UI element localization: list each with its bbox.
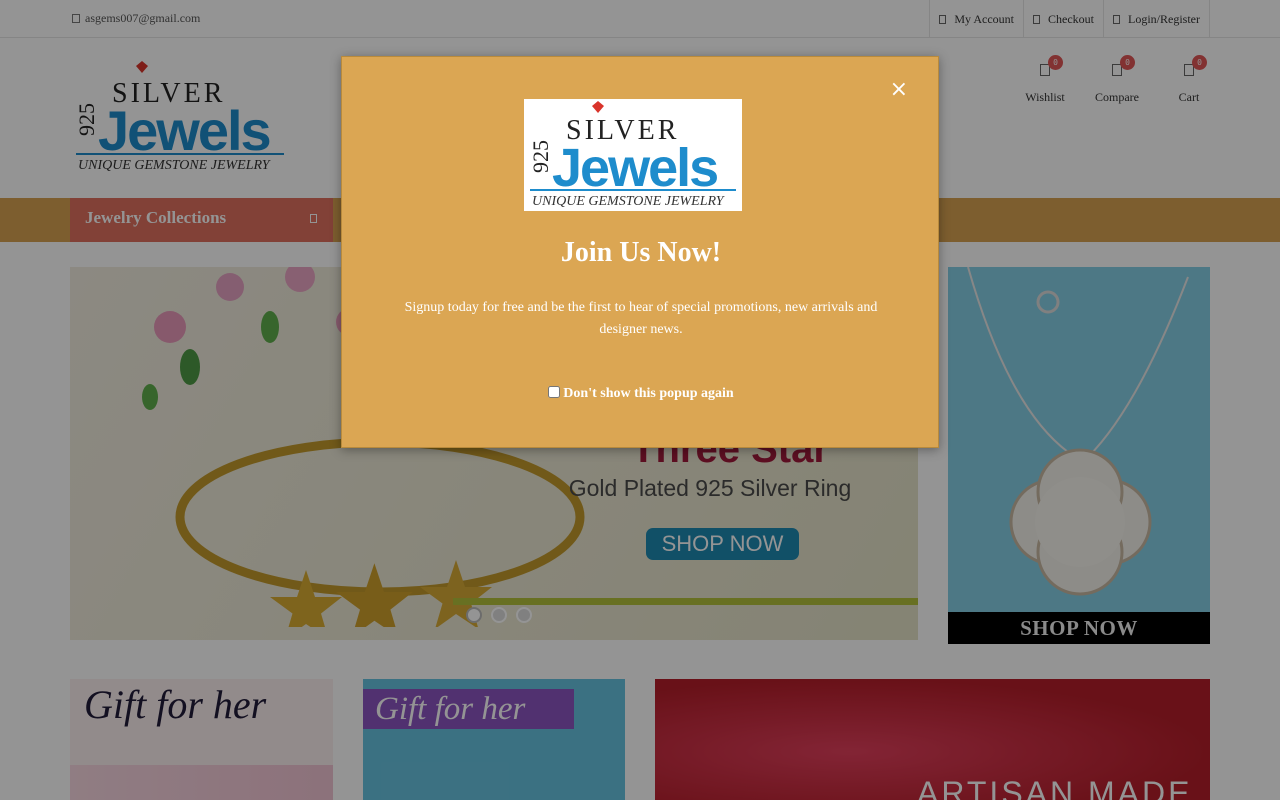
close-icon[interactable]: × <box>890 77 908 102</box>
popup-heading: Join Us Now! <box>560 237 722 268</box>
diamond-icon <box>592 101 604 113</box>
dont-show-again[interactable]: Don't show this popup again <box>342 386 940 402</box>
popup-description: Signup today for free and be the first t… <box>404 300 878 337</box>
dont-show-checkbox[interactable] <box>548 386 561 398</box>
popup-logo-tagline: UNIQUE GEMSTONE JEWELRY <box>532 194 726 209</box>
dont-show-label: Don't show this popup again <box>563 386 734 401</box>
popup-logo: SILVER 925 Jewels UNIQUE GEMSTONE JEWELR… <box>524 99 742 211</box>
popup-logo-925: 925 <box>528 140 553 173</box>
signup-popup: × SILVER 925 Jewels UNIQUE GEMSTONE JEWE… <box>341 56 939 448</box>
